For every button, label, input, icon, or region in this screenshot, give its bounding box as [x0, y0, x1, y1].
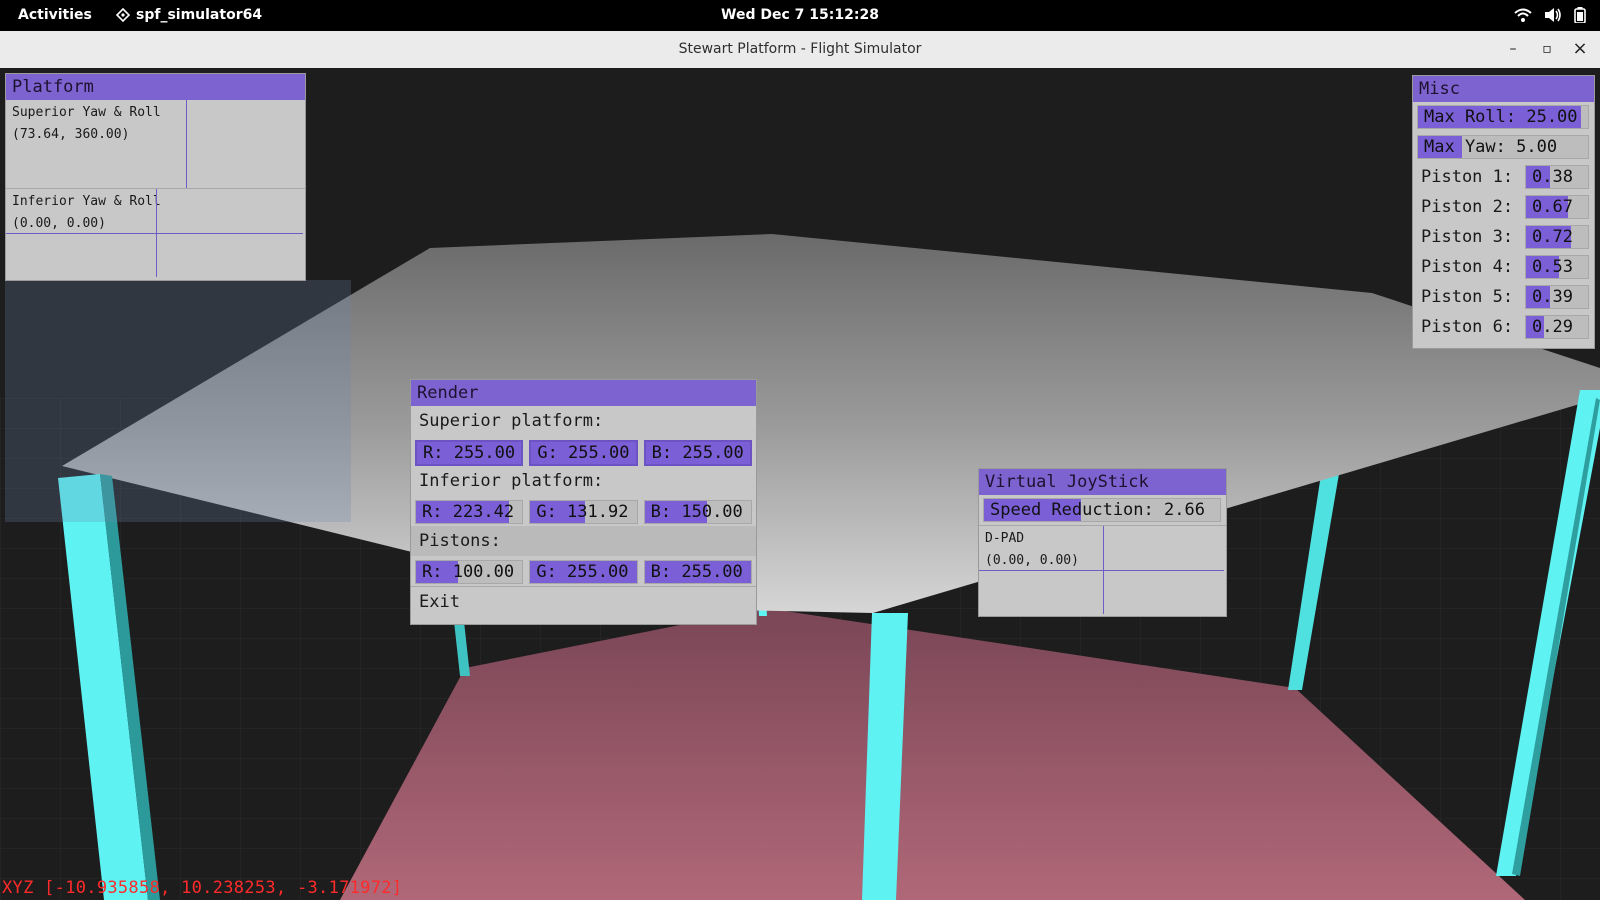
platform-panel[interactable]: Platform Superior Yaw & Roll (73.64, 360… [5, 73, 306, 281]
app-name: spf_simulator64 [136, 7, 263, 23]
render-panel-title[interactable]: Render [411, 380, 756, 406]
platform-panel-title[interactable]: Platform [6, 74, 305, 100]
piston-value: 0.67 [1532, 197, 1573, 217]
inferior-r-value: R: 223.42 [422, 502, 515, 522]
minimize-button[interactable]: – [1503, 39, 1523, 59]
render-panel[interactable]: Render Superior platform: R: 255.00 G: 25… [410, 379, 757, 625]
piston-value: 0.53 [1532, 257, 1573, 277]
piston-label: Piston 2: [1421, 197, 1514, 217]
piston-slider[interactable]: 0.29 [1525, 315, 1589, 339]
inferior-platform-label: Inferior platform: [419, 471, 604, 491]
inferior-color-sliders: R: 223.42 G: 131.92 B: 150.00 [411, 496, 756, 526]
superior-b-slider[interactable]: B: 255.00 [643, 440, 752, 466]
piston-row-3: Piston 3: 0.72 [1413, 222, 1594, 252]
superior-yaw-roll-value: (73.64, 360.00) [12, 127, 130, 142]
piston-value: 0.29 [1532, 317, 1573, 337]
inferior-yaw-roll-pad[interactable]: Inferior Yaw & Roll (0.00, 0.00) [6, 188, 305, 277]
overlay-region [5, 280, 351, 522]
max-roll-label: Max Roll: 25.00 [1424, 107, 1578, 127]
superior-pad-crosshair-v [186, 100, 187, 188]
piston-value: 0.39 [1532, 287, 1573, 307]
window-title: Stewart Platform - Flight Simulator [678, 41, 922, 57]
app-menu[interactable]: spf_simulator64 [116, 7, 262, 23]
superior-yaw-roll-label: Superior Yaw & Roll [12, 105, 161, 120]
superior-b-value: B: 255.00 [651, 443, 744, 463]
speed-reduction-slider[interactable]: Speed Reduction: 2.66 [983, 498, 1221, 522]
pistons-r-slider[interactable]: R: 100.00 [415, 560, 524, 584]
piston-row-4: Piston 4: 0.53 [1413, 252, 1594, 282]
system-top-bar: Activities spf_simulator64 Wed Dec 7 15:… [0, 0, 1600, 31]
piston-color-sliders: R: 100.00 G: 255.00 B: 255.00 [411, 556, 756, 586]
piston-label: Piston 3: [1421, 227, 1514, 247]
inferior-b-slider[interactable]: B: 150.00 [643, 500, 752, 524]
superior-yaw-roll-pad[interactable]: Superior Yaw & Roll (73.64, 360.00) [6, 100, 305, 188]
joystick-panel[interactable]: Virtual JoyStick Speed Reduction: 2.66 D… [978, 468, 1227, 617]
speed-reduction-label: Speed Reduction: 2.66 [990, 500, 1205, 520]
inferior-pad-crosshair-h [6, 233, 303, 234]
max-yaw-slider[interactable]: Max Yaw: 5.00 [1417, 135, 1589, 159]
piston-label: Piston 1: [1421, 167, 1514, 187]
close-button[interactable]: × [1570, 39, 1590, 59]
exit-button[interactable]: Exit [411, 586, 756, 617]
wifi-icon[interactable] [1514, 7, 1532, 23]
pistons-label: Pistons: [411, 526, 756, 556]
superior-color-sliders: R: 255.00 G: 255.00 B: 255.00 [411, 436, 756, 466]
piston-row-1: Piston 1: 0.38 [1413, 162, 1594, 192]
camera-coordinates: XYZ [-10.935858, 10.238253, -3.171972] [2, 878, 403, 898]
max-yaw-label: Max Yaw: 5.00 [1424, 137, 1558, 157]
pistons-g-slider[interactable]: G: 255.00 [529, 560, 638, 584]
piston-slider[interactable]: 0.72 [1525, 225, 1589, 249]
piston-label: Piston 5: [1421, 287, 1514, 307]
pistons-b-value: B: 255.00 [650, 562, 743, 582]
piston-row-5: Piston 5: 0.39 [1413, 282, 1594, 312]
piston-value: 0.72 [1532, 227, 1573, 247]
misc-panel-title[interactable]: Misc [1413, 76, 1594, 102]
app-icon [116, 8, 130, 22]
dpad-crosshair-v [1103, 526, 1104, 614]
maximize-button[interactable]: ▫ [1537, 39, 1557, 59]
piston-slider[interactable]: 0.38 [1525, 165, 1589, 189]
speed-reduction-row: Speed Reduction: 2.66 [979, 495, 1226, 525]
pistons-b-slider[interactable]: B: 255.00 [643, 560, 752, 584]
volume-icon[interactable] [1544, 7, 1562, 23]
pistons-r-value: R: 100.00 [422, 562, 515, 582]
misc-panel[interactable]: Misc Max Roll: 25.00 Max Yaw: 5.00 Pisto… [1412, 75, 1595, 349]
superior-r-slider[interactable]: R: 255.00 [415, 440, 524, 466]
superior-platform-label: Superior platform: [419, 411, 604, 431]
piston-slider[interactable]: 0.39 [1525, 285, 1589, 309]
inferior-r-slider[interactable]: R: 223.42 [415, 500, 524, 524]
piston-label: Piston 4: [1421, 257, 1514, 277]
dpad[interactable]: D-PAD (0.00, 0.00) [979, 525, 1226, 614]
inferior-g-value: G: 131.92 [536, 502, 629, 522]
battery-icon[interactable] [1574, 7, 1586, 23]
inferior-pad-crosshair-v [156, 189, 157, 277]
pistons-g-value: G: 255.00 [536, 562, 629, 582]
piston-value: 0.38 [1532, 167, 1573, 187]
system-tray[interactable] [1514, 7, 1586, 23]
superior-r-value: R: 255.00 [423, 443, 516, 463]
max-yaw-row: Max Yaw: 5.00 [1413, 132, 1594, 162]
dpad-crosshair-h [979, 570, 1224, 571]
piston-label: Piston 6: [1421, 317, 1514, 337]
piston-row-6: Piston 6: 0.29 [1413, 312, 1594, 342]
piston-slider[interactable]: 0.53 [1525, 255, 1589, 279]
activities-button[interactable]: Activities [18, 7, 92, 23]
max-roll-row: Max Roll: 25.00 [1413, 102, 1594, 132]
piston-row-2: Piston 2: 0.67 [1413, 192, 1594, 222]
superior-g-slider[interactable]: G: 255.00 [529, 440, 638, 466]
inferior-g-slider[interactable]: G: 131.92 [529, 500, 638, 524]
max-roll-slider[interactable]: Max Roll: 25.00 [1417, 105, 1589, 129]
piston-slider[interactable]: 0.67 [1525, 195, 1589, 219]
inferior-b-value: B: 150.00 [650, 502, 743, 522]
window-title-bar[interactable]: Stewart Platform - Flight Simulator – ▫ … [0, 31, 1600, 69]
superior-g-value: G: 255.00 [537, 443, 630, 463]
joystick-panel-title[interactable]: Virtual JoyStick [979, 469, 1226, 495]
